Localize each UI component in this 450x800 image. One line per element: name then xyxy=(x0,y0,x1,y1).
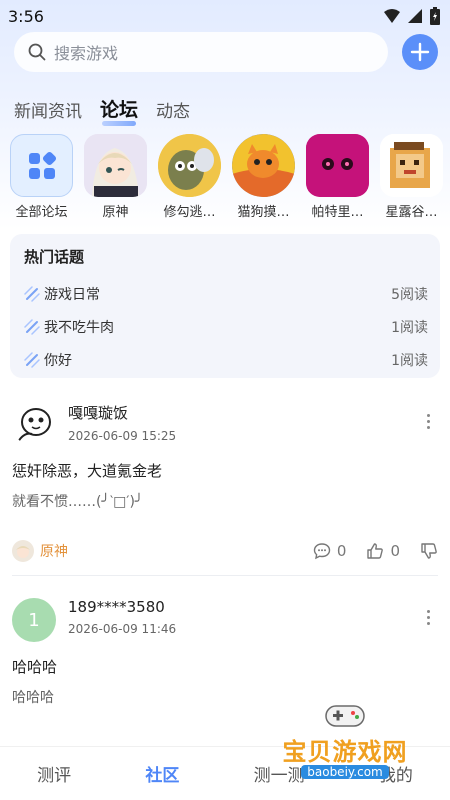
author-name[interactable]: 嘎嘎璇饭 xyxy=(68,402,176,423)
comment-icon xyxy=(313,543,331,560)
thumbs-up-icon xyxy=(367,543,384,559)
hot-topic-item[interactable]: 我不吃牛肉 1阅读 xyxy=(24,310,428,343)
author-name[interactable]: 189****3580 xyxy=(68,598,176,616)
forum-genshin[interactable]: 原神 xyxy=(84,134,147,220)
hot-topic-item[interactable]: 你好 1阅读 xyxy=(24,343,428,376)
search-input[interactable]: 搜索游戏 xyxy=(14,32,388,72)
tab-forum[interactable]: 论坛 xyxy=(100,95,138,126)
forum-patrick[interactable]: 帕特里… xyxy=(306,134,369,220)
cat-dog-game-icon xyxy=(232,134,295,197)
topic-reads: 5阅读 xyxy=(391,286,428,303)
hot-topics-card: 热门话题 游戏日常 5阅读 我不吃牛肉 1阅读 你好 1阅读 xyxy=(10,234,440,378)
watermark-url: baobeiy.com xyxy=(301,765,389,779)
status-bar: 3:56 xyxy=(0,0,450,32)
gamepad-icon xyxy=(325,705,365,727)
post-title: 哈哈哈 xyxy=(12,658,58,676)
topic-tag-icon xyxy=(24,285,40,302)
search-placeholder: 搜索游戏 xyxy=(54,44,119,63)
forum-label: 修勾逃… xyxy=(163,205,216,220)
comment-count: 0 xyxy=(336,542,347,560)
forum-cat-dog[interactable]: 猫狗摸… xyxy=(232,134,295,220)
thumbs-down-icon xyxy=(421,543,437,559)
post-actions: 0 0 xyxy=(313,542,438,560)
search-row: 搜索游戏 xyxy=(0,32,450,72)
post-title: 惩奸除恶，大道氪金老 xyxy=(12,462,163,480)
forum-tag-label: 原神 xyxy=(40,544,68,560)
more-options-icon[interactable] xyxy=(427,414,430,429)
watermark-text: 宝贝游戏网 xyxy=(282,738,408,766)
genshin-mini-icon xyxy=(12,540,34,562)
avatar[interactable] xyxy=(12,402,56,446)
all-forums-icon xyxy=(10,134,73,197)
genshin-game-icon xyxy=(84,134,147,197)
topic-reads: 1阅读 xyxy=(391,352,428,369)
status-time: 3:56 xyxy=(8,6,44,26)
forum-dog-escape[interactable]: 修勾逃… xyxy=(158,134,221,220)
forum-stardew[interactable]: 星露谷… xyxy=(380,134,443,220)
comment-button[interactable]: 0 xyxy=(313,542,347,560)
dislike-button[interactable] xyxy=(420,542,438,560)
dog-escape-game-icon xyxy=(158,134,221,197)
nav-review[interactable]: 测评 xyxy=(37,761,71,786)
like-count: 0 xyxy=(390,542,400,560)
topic-tag-icon xyxy=(24,351,40,368)
avatar[interactable]: 1 xyxy=(12,598,56,642)
author-block: 嘎嘎璇饭 2026-06-09 15:25 xyxy=(68,402,176,443)
avatar-letter: 1 xyxy=(28,609,40,631)
add-button[interactable] xyxy=(402,34,438,70)
hot-topic-item[interactable]: 游戏日常 5阅读 xyxy=(24,277,428,310)
battery-icon xyxy=(430,7,440,25)
topic-name: 你好 xyxy=(44,352,72,369)
post-body: 就看不惯……(╯‵□′)╯ xyxy=(12,494,144,510)
topic-name: 我不吃牛肉 xyxy=(44,319,114,336)
wifi-icon xyxy=(384,9,400,23)
stardew-game-icon xyxy=(380,134,443,197)
forum-label: 帕特里… xyxy=(311,205,364,220)
forum-list: 全部论坛 原神 修勾逃… 猫狗摸… 帕特里… 星露谷… xyxy=(0,134,450,220)
like-button[interactable]: 0 xyxy=(366,542,400,560)
post-time: 2026-06-09 15:25 xyxy=(68,429,177,443)
patrick-game-icon xyxy=(306,134,369,197)
tab-news[interactable]: 新闻资讯 xyxy=(14,97,82,122)
topic-reads: 1阅读 xyxy=(391,319,428,336)
post-time: 2026-06-09 11:46 xyxy=(68,622,177,636)
forum-label: 猫狗摸… xyxy=(237,205,290,220)
topic-tag-icon xyxy=(24,318,40,335)
forum-label: 星露谷… xyxy=(385,205,438,220)
post-header: 1 189****3580 2026-06-09 11:46 xyxy=(12,598,438,642)
search-icon xyxy=(28,43,46,61)
watermark: 宝贝游戏网 baobeiy.com xyxy=(270,702,420,786)
forum-label: 原神 xyxy=(102,205,129,220)
forum-all[interactable]: 全部论坛 xyxy=(10,134,73,220)
forum-label: 全部论坛 xyxy=(15,205,68,220)
author-block: 189****3580 2026-06-09 11:46 xyxy=(68,598,176,636)
post-card[interactable]: 嘎嘎璇饭 2026-06-09 15:25 惩奸除恶，大道氪金老 就看不惯……(… xyxy=(0,402,450,563)
hot-topics-title: 热门话题 xyxy=(24,248,85,266)
post-forum-tag[interactable]: 原神 xyxy=(12,540,68,562)
more-options-icon[interactable] xyxy=(427,610,430,625)
tab-bar: 新闻资讯 论坛 动态 xyxy=(0,92,450,126)
tab-feed[interactable]: 动态 xyxy=(156,97,190,122)
status-icons xyxy=(384,7,440,25)
nav-community[interactable]: 社区 xyxy=(145,761,179,786)
post-header: 嘎嘎璇饭 2026-06-09 15:25 xyxy=(12,402,438,446)
topic-name: 游戏日常 xyxy=(44,286,100,303)
plus-icon xyxy=(410,42,430,62)
post-divider xyxy=(12,575,438,576)
post-footer: 原神 0 0 xyxy=(12,539,438,563)
signal-icon xyxy=(408,9,422,23)
